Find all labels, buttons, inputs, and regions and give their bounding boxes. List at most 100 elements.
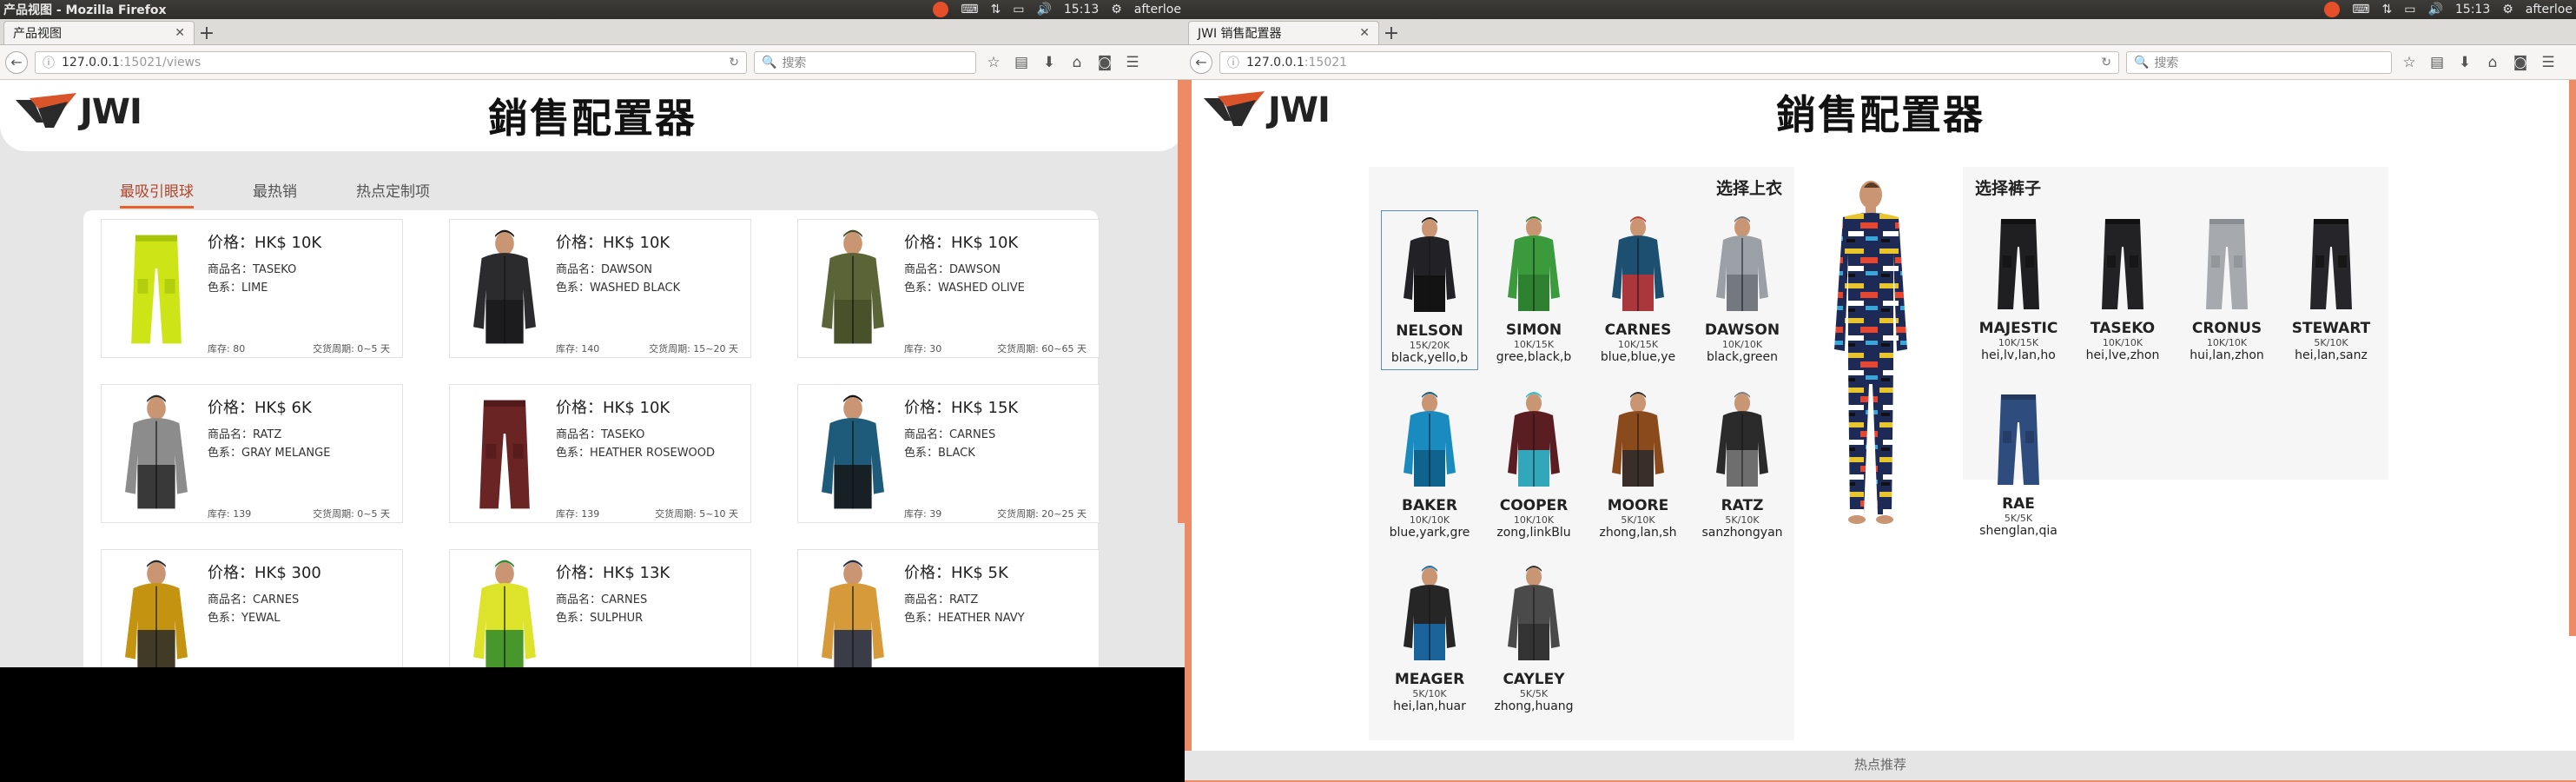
user-name[interactable]: afterloe — [1134, 3, 1181, 17]
bookmark-star-icon[interactable]: ☆ — [983, 54, 1004, 71]
bookmark-star-icon[interactable]: ☆ — [2399, 54, 2420, 71]
download-icon[interactable]: ⬇ — [2454, 54, 2475, 71]
tab-best-selling[interactable]: 最热销 — [253, 179, 297, 209]
tops-label: 选择上衣 — [1715, 179, 1782, 198]
home-icon[interactable]: ⌂ — [1067, 54, 1087, 71]
reading-list-icon[interactable]: ▤ — [1011, 54, 1032, 71]
top-price: 15K/20K — [1409, 340, 1450, 351]
product-image[interactable] — [109, 392, 204, 517]
top-option-meager[interactable]: MEAGER 5K/10K hei,lan,huar — [1381, 560, 1478, 719]
new-tab-button[interactable]: + — [195, 22, 219, 44]
product-card[interactable]: 价格：HK$ 6K 商品名：RATZ 色系：GRAY MELANGE 库存: 139 交… — [101, 384, 403, 523]
product-card[interactable]: 价格：HK$ 10K 商品名：DAWSON 色系：WASHED BLACK 库存: 1… — [449, 219, 751, 358]
network-icon[interactable]: ⇅ — [2381, 3, 2392, 17]
search-bar[interactable]: 🔍 搜索 — [754, 50, 976, 74]
top-option-nelson[interactable]: NELSON 15K/20K black,yello,b — [1381, 210, 1478, 370]
ubuntu-one-icon[interactable] — [2324, 2, 2341, 17]
bottom-option-cronus[interactable]: CRONUS 10K/10K hui,lan,zhon — [2178, 209, 2275, 368]
info-icon[interactable]: ⓘ — [43, 54, 55, 71]
product-card[interactable]: 价格：HK$ 13K 商品名：CARNES 色系：SULPHUR — [449, 549, 751, 667]
top-option-cayley[interactable]: CAYLEY 5K/5K zhong,huang — [1485, 560, 1582, 719]
left-scrollbar[interactable] — [1178, 80, 1185, 523]
top-option-cooper[interactable]: COOPER 10K/10K zong,linkBlu — [1485, 386, 1582, 546]
tab-hot-custom[interactable]: 热点定制项 — [356, 179, 430, 209]
pocket-icon[interactable]: ◙ — [1094, 54, 1115, 71]
top-option-simon[interactable]: SIMON 10K/15K gree,black,b — [1485, 210, 1582, 370]
volume-icon[interactable]: 🔊 — [1036, 3, 1051, 17]
bottom-option-rae[interactable]: RAE 5K/5K shenglan,qia — [1970, 384, 2067, 544]
bottom-option-stewart[interactable]: STEWART 5K/10K hei,lan,sanz — [2282, 209, 2380, 368]
battery-icon[interactable]: ▭ — [1013, 3, 1024, 17]
bottom-option-majestic[interactable]: MAJESTIC 10K/15K hei,lv,lan,ho — [1970, 209, 2067, 368]
pocket-icon[interactable]: ◙ — [2510, 54, 2531, 71]
right-browser-tab[interactable]: JWI 销售配置器 ✕ — [1188, 21, 1379, 44]
product-image[interactable] — [805, 557, 901, 667]
reload-icon[interactable]: ↻ — [729, 56, 739, 70]
product-price: 价格：HK$ 15K — [904, 399, 1019, 417]
search-bar[interactable]: 🔍 搜索 — [2126, 50, 2392, 74]
menu-icon[interactable]: ☰ — [1122, 54, 1143, 71]
gear-icon[interactable]: ⚙ — [2502, 3, 2513, 17]
product-image[interactable] — [805, 227, 901, 352]
battery-icon[interactable]: ▭ — [2404, 3, 2415, 17]
top-option-ratz[interactable]: RATZ 5K/10K sanzhongyan — [1694, 386, 1791, 546]
product-image[interactable] — [457, 227, 552, 352]
product-card[interactable]: 价格：HK$ 15K 商品名：CARNES 色系：BLACK 库存: 39 交货周期: … — [797, 384, 1100, 523]
product-name: 商品名：DAWSON — [556, 263, 653, 276]
menu-icon[interactable]: ☰ — [2538, 54, 2559, 71]
new-tab-button[interactable]: + — [1379, 22, 1404, 44]
product-stock: 库存: 30 — [904, 343, 942, 355]
back-button[interactable]: ← — [1190, 50, 1212, 74]
product-name: 商品名：TASEKO — [556, 428, 645, 441]
tab-eye-catching[interactable]: 最吸引眼球 — [120, 179, 194, 209]
bottom-option-taseko[interactable]: TASEKO 10K/10K hei,lve,zhon — [2074, 209, 2171, 368]
page-header: JWI 銷售配置器 — [1185, 80, 2576, 141]
keyboard-icon[interactable]: ⌨ — [961, 3, 978, 17]
top-option-baker[interactable]: BAKER 10K/10K blue,yark,gre — [1381, 386, 1478, 546]
home-icon[interactable]: ⌂ — [2482, 54, 2503, 71]
right-indicators: ⌨ ⇅ ▭ 🔊 15:13 ⚙ afterloe — [2324, 2, 2573, 17]
top-option-carnes[interactable]: CARNES 10K/15K blue,blue,ye — [1589, 210, 1687, 370]
product-color: 色系：LIME — [208, 282, 268, 295]
left-browser-tab[interactable]: 产品视图 ✕ — [3, 21, 195, 44]
gear-icon[interactable]: ⚙ — [1111, 3, 1122, 17]
reading-list-icon[interactable]: ▤ — [2427, 54, 2447, 71]
top-name: COOPER — [1499, 497, 1569, 514]
keyboard-icon[interactable]: ⌨ — [2352, 3, 2369, 17]
clock[interactable]: 15:13 — [2455, 3, 2490, 17]
user-name[interactable]: afterloe — [2526, 3, 2573, 17]
bottom-price: 10K/10K — [2102, 337, 2143, 348]
page-header: JWI 銷售配置器 — [0, 80, 1185, 151]
top-image — [1603, 214, 1673, 318]
top-price: 10K/10K — [1409, 514, 1450, 526]
product-image[interactable] — [457, 392, 552, 517]
product-card[interactable]: 价格：HK$ 10K 商品名：TASEKO 色系：HEATHER ROSEWOOD 库… — [449, 384, 751, 523]
product-image[interactable] — [109, 227, 204, 352]
top-option-moore[interactable]: MOORE 5K/10K zhong,lan,sh — [1589, 386, 1687, 546]
product-name: 商品名：CARNES — [556, 593, 648, 606]
product-name: 商品名：CARNES — [904, 428, 996, 441]
product-card[interactable]: 价格：HK$ 300 商品名：CARNES 色系：YEWAL — [101, 549, 403, 667]
hot-recommend-bar[interactable]: 热点推荐 — [1185, 751, 2576, 782]
right-scrollbar[interactable] — [2569, 80, 2576, 636]
volume-icon[interactable]: 🔊 — [2427, 3, 2442, 17]
product-card[interactable]: 价格：HK$ 10K 商品名：DAWSON 色系：WASHED OLIVE 库存: 3… — [797, 219, 1100, 358]
product-image[interactable] — [109, 557, 204, 667]
top-colors: black,green — [1706, 350, 1779, 364]
product-card[interactable]: 价格：HK$ 5K 商品名：RATZ 色系：HEATHER NAVY — [797, 549, 1100, 667]
network-icon[interactable]: ⇅ — [990, 3, 1001, 17]
url-bar[interactable]: ⓘ 127.0.0.1:15021 ↻ — [1219, 50, 2119, 74]
clock[interactable]: 15:13 — [1064, 3, 1099, 17]
reload-icon[interactable]: ↻ — [2101, 56, 2111, 70]
top-option-dawson[interactable]: DAWSON 10K/10K black,green — [1694, 210, 1791, 370]
close-tab-icon[interactable]: ✕ — [1359, 26, 1370, 40]
download-icon[interactable]: ⬇ — [1039, 54, 1060, 71]
product-image[interactable] — [457, 557, 552, 667]
ubuntu-one-icon[interactable] — [933, 2, 949, 17]
close-tab-icon[interactable]: ✕ — [175, 26, 185, 40]
back-button[interactable]: ← — [5, 50, 28, 74]
product-image[interactable] — [805, 392, 901, 517]
url-bar[interactable]: ⓘ 127.0.0.1:15021/views ↻ — [35, 50, 747, 74]
info-icon[interactable]: ⓘ — [1227, 54, 1239, 71]
product-card[interactable]: 价格：HK$ 10K 商品名：TASEKO 色系：LIME 库存: 80 交货周期: 0… — [101, 219, 403, 358]
